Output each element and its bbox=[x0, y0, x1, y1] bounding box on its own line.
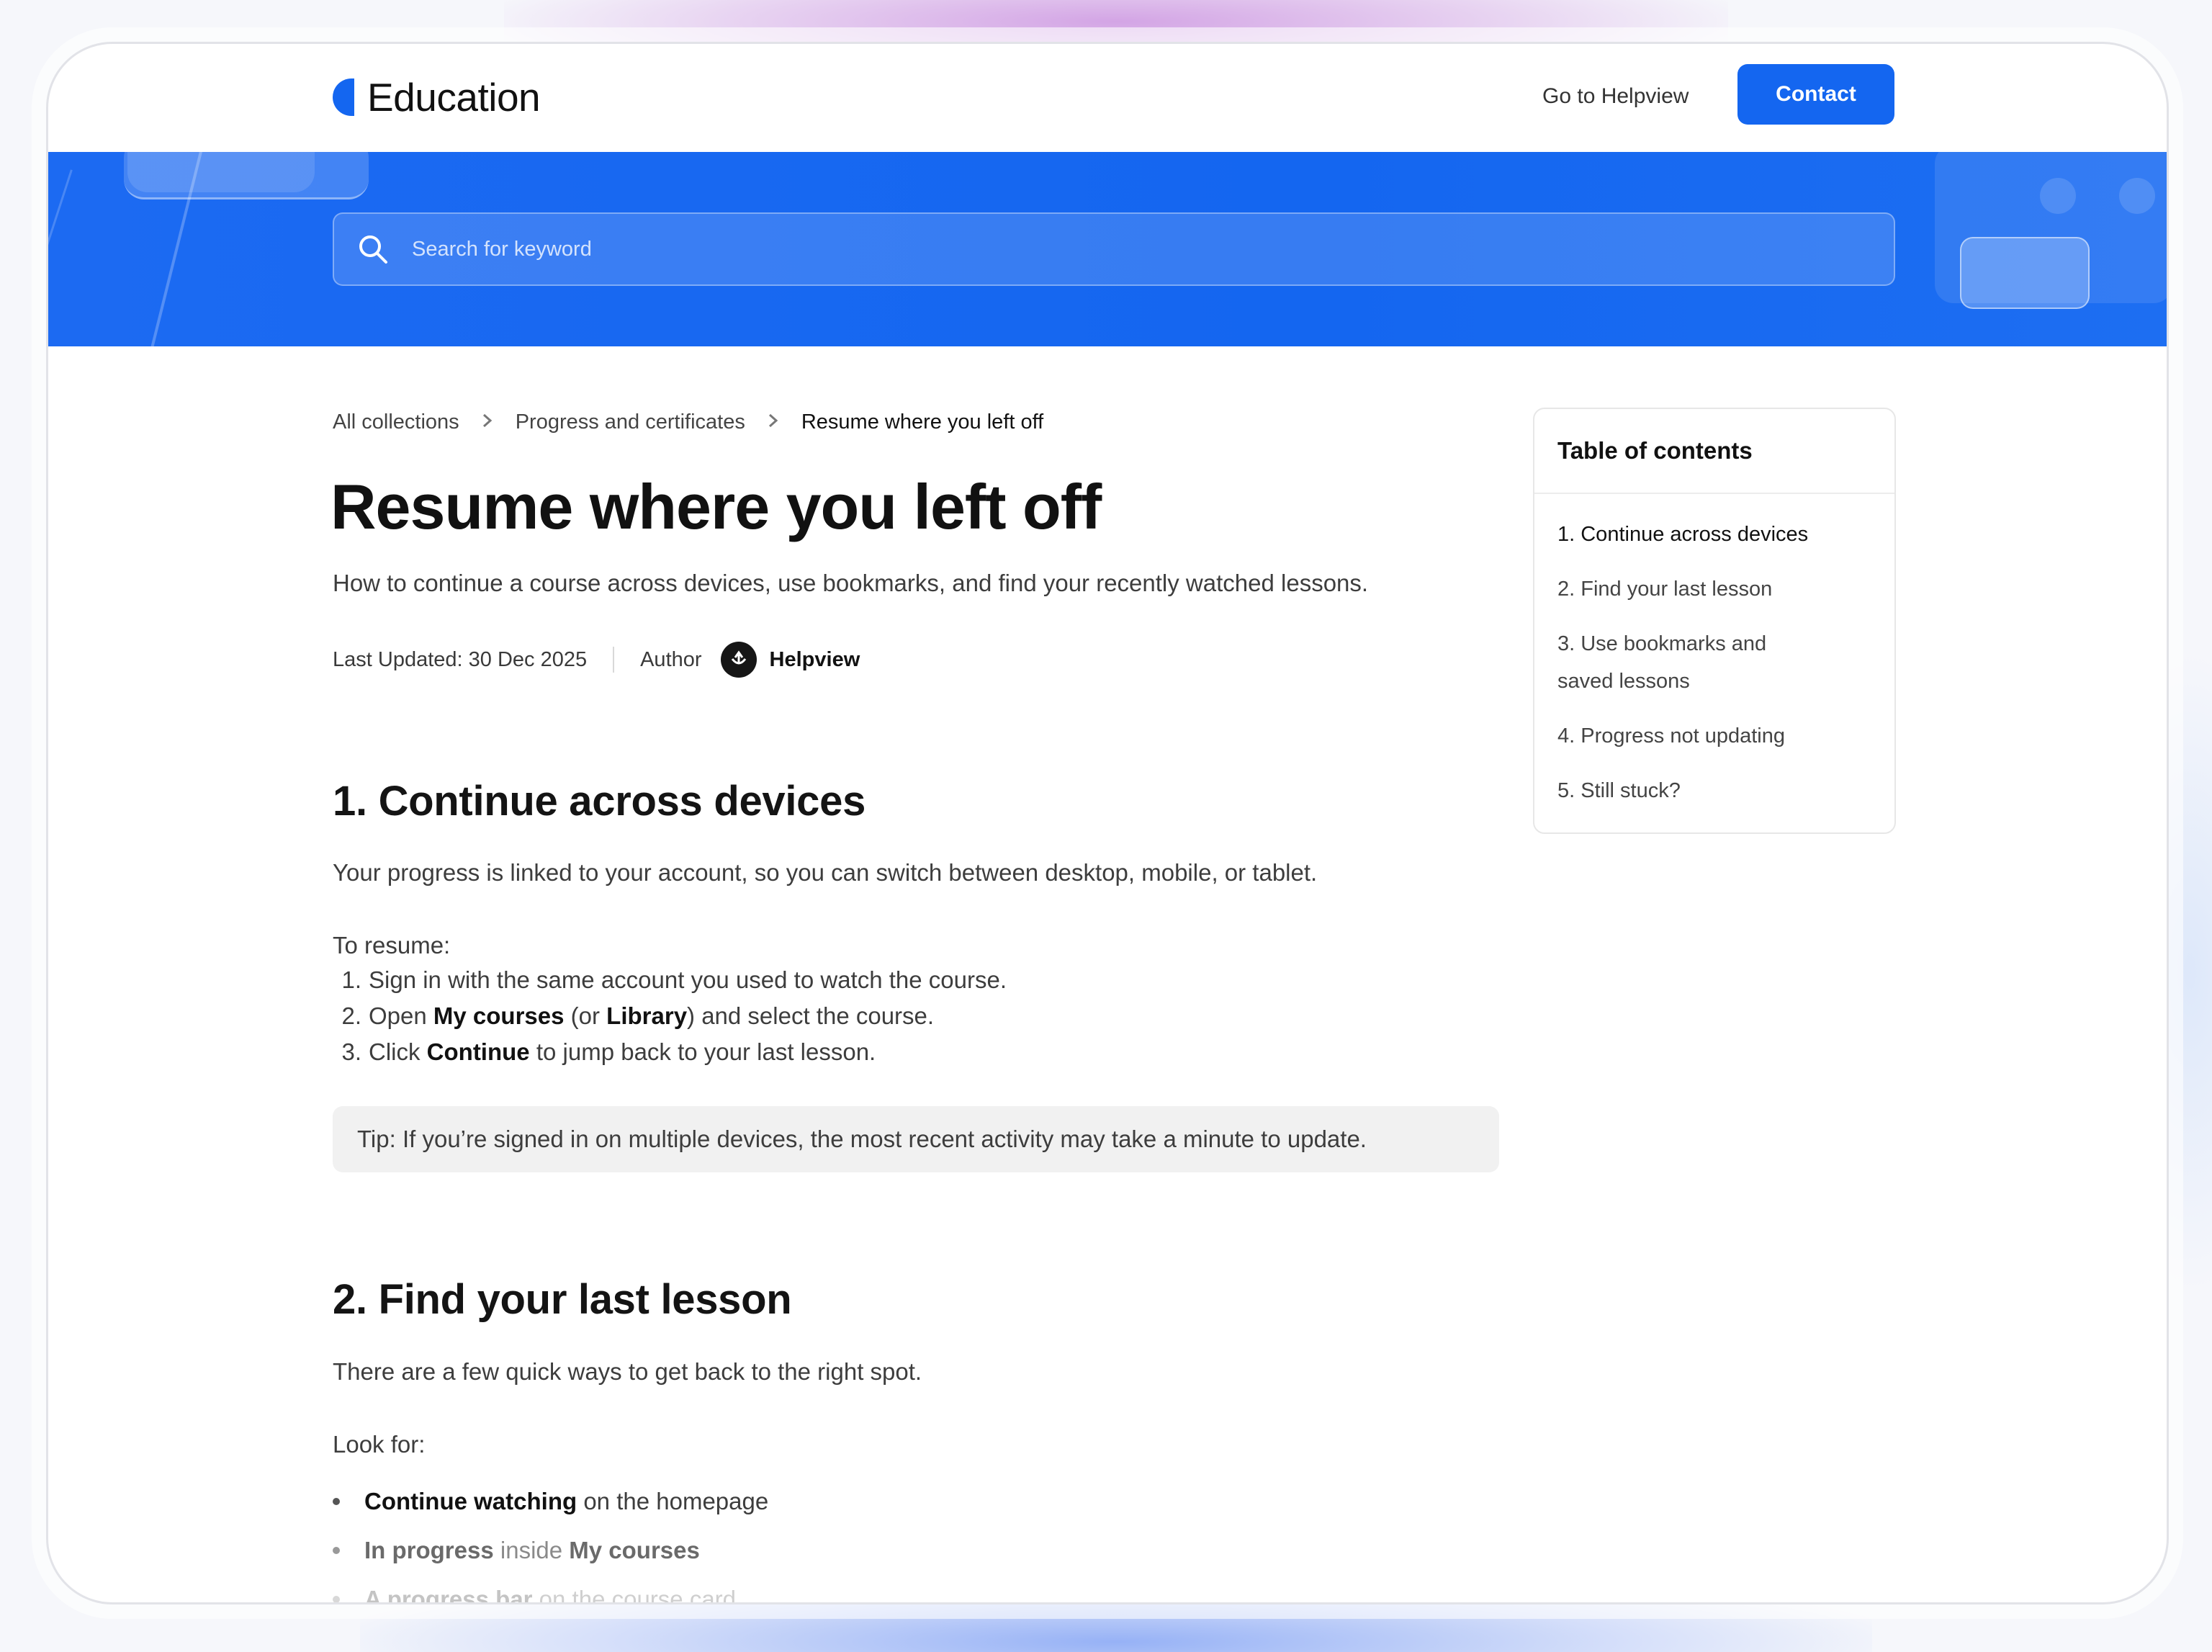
article-meta: Last Updated: 30 Dec 2025 Author Helpvie… bbox=[333, 642, 860, 678]
list-text-part: Click bbox=[369, 1038, 427, 1065]
list-text-bold: My courses bbox=[569, 1537, 700, 1563]
list-text-part: ) and select the course. bbox=[687, 1002, 935, 1029]
list-text-part: on the course card bbox=[532, 1586, 737, 1604]
helpview-logo-icon bbox=[731, 650, 746, 665]
hero-decoration bbox=[2040, 178, 2076, 214]
tip-callout: Tip: If you’re signed in on multiple dev… bbox=[333, 1106, 1499, 1172]
list-item: 1. Sign in with the same account you use… bbox=[333, 962, 1007, 998]
toc-title: Table of contents bbox=[1534, 409, 1894, 494]
list-item: In progress inside My courses bbox=[333, 1526, 768, 1575]
author-label: Author bbox=[640, 647, 702, 671]
site-header: Education Go to Helpview Contact bbox=[48, 44, 2167, 152]
list-text: Continue watching on the homepage bbox=[364, 1477, 768, 1526]
toc-item-continue-across-devices[interactable]: 1. Continue across devices bbox=[1557, 516, 1871, 553]
bullet-icon bbox=[333, 1596, 340, 1602]
author-avatar bbox=[720, 642, 757, 678]
breadcrumb: All collections Progress and certificate… bbox=[333, 410, 1043, 434]
list-text: Open My courses (or Library) and select … bbox=[369, 998, 934, 1034]
contact-button[interactable]: Contact bbox=[1737, 64, 1894, 125]
list-text: Sign in with the same account you used t… bbox=[369, 966, 1007, 993]
bullet-icon bbox=[333, 1498, 340, 1505]
list-item: 3. Click Continue to jump back to your l… bbox=[333, 1034, 1007, 1070]
table-of-contents: Table of contents 1. Continue across dev… bbox=[1533, 408, 1896, 834]
search-bar[interactable] bbox=[333, 212, 1895, 286]
list-text-bold: Continue watching bbox=[364, 1488, 577, 1514]
breadcrumb-all-collections[interactable]: All collections bbox=[333, 410, 459, 434]
section2-lead: Look for: bbox=[333, 1431, 426, 1458]
section-heading-find-last-lesson: 2. Find your last lesson bbox=[333, 1276, 792, 1323]
list-number: 3. bbox=[341, 1038, 361, 1065]
list-text-bold: My courses bbox=[433, 1002, 565, 1029]
last-updated: Last Updated: 30 Dec 2025 bbox=[333, 647, 588, 671]
list-text: A progress bar on the course card bbox=[364, 1575, 737, 1604]
toc-list: 1. Continue across devices 2. Find your … bbox=[1534, 494, 1894, 809]
device-frame: Education Go to Helpview Contact All col… bbox=[46, 42, 2169, 1604]
list-item: Continue watching on the homepage bbox=[333, 1477, 768, 1526]
meta-divider bbox=[613, 647, 615, 673]
go-to-helpview-link[interactable]: Go to Helpview bbox=[1542, 84, 1689, 109]
list-text-bold: Library bbox=[606, 1002, 688, 1029]
brand-name: Education bbox=[367, 75, 541, 120]
list-text-bold: Continue bbox=[426, 1038, 530, 1065]
list-text-part: Open bbox=[369, 1002, 433, 1029]
list-text-bold: In progress bbox=[364, 1537, 494, 1563]
bullet-icon bbox=[333, 1547, 340, 1554]
list-number: 1. bbox=[341, 966, 361, 993]
look-for-list: Continue watching on the homepage In pro… bbox=[333, 1477, 768, 1604]
search-input[interactable] bbox=[412, 237, 1780, 261]
section1-intro: Your progress is linked to your account,… bbox=[333, 859, 1318, 886]
resume-steps-list: 1. Sign in with the same account you use… bbox=[333, 962, 1007, 1070]
toc-item-find-last-lesson[interactable]: 2. Find your last lesson bbox=[1557, 570, 1871, 608]
breadcrumb-progress-certificates[interactable]: Progress and certificates bbox=[516, 410, 745, 434]
list-text: In progress inside My courses bbox=[364, 1526, 700, 1575]
hero-decoration bbox=[48, 169, 73, 307]
hero-decoration bbox=[1960, 237, 2090, 309]
list-item: 2. Open My courses (or Library) and sele… bbox=[333, 998, 1007, 1034]
hero-decoration bbox=[2119, 178, 2155, 214]
breadcrumb-current: Resume where you left off bbox=[801, 410, 1044, 434]
section2-intro: There are a few quick ways to get back t… bbox=[333, 1358, 922, 1385]
list-text-part: (or bbox=[564, 1002, 607, 1029]
list-text: Click Continue to jump back to your last… bbox=[369, 1034, 876, 1070]
list-text-part: inside bbox=[493, 1537, 570, 1563]
list-text-part: to jump back to your last lesson. bbox=[529, 1038, 876, 1065]
toc-item-still-stuck[interactable]: 5. Still stuck? bbox=[1557, 772, 1871, 809]
list-number: 2. bbox=[341, 1002, 361, 1029]
list-text-part: on the homepage bbox=[577, 1488, 769, 1514]
chevron-right-icon bbox=[767, 410, 780, 434]
section-heading-continue: 1. Continue across devices bbox=[333, 778, 866, 825]
list-item: A progress bar on the course card bbox=[333, 1575, 768, 1604]
brand[interactable]: Education bbox=[333, 74, 541, 120]
page-subtitle: How to continue a course across devices,… bbox=[333, 570, 1369, 596]
toc-item-progress-not-updating[interactable]: 4. Progress not updating bbox=[1557, 717, 1871, 755]
toc-item-bookmarks[interactable]: 3. Use bookmarks and saved lessons bbox=[1557, 625, 1817, 700]
search-icon bbox=[359, 235, 387, 264]
chevron-right-icon bbox=[481, 410, 494, 434]
logo-icon bbox=[333, 78, 354, 116]
list-text-bold: A progress bar bbox=[364, 1586, 533, 1604]
hero-banner bbox=[48, 152, 2167, 346]
page-title: Resume where you left off bbox=[331, 471, 1102, 542]
hero-decoration bbox=[124, 152, 369, 199]
section1-lead: To resume: bbox=[333, 932, 451, 959]
author-name[interactable]: Helpview bbox=[770, 648, 860, 672]
